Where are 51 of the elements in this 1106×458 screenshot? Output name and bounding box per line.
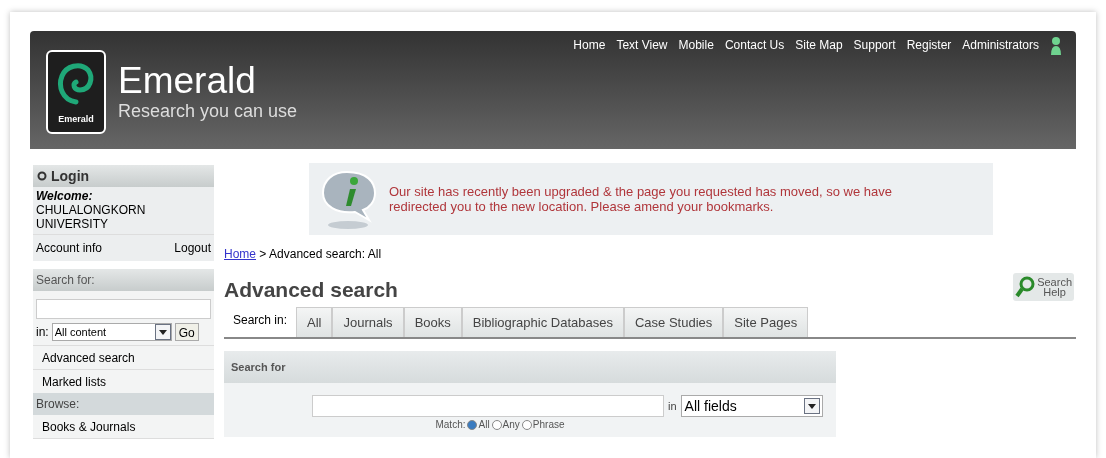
logo-label: Emerald xyxy=(58,112,94,126)
home-link[interactable]: Home xyxy=(224,247,256,261)
nav-link[interactable]: Mobile xyxy=(678,36,714,54)
tabs-label: Search in: xyxy=(232,312,289,329)
panel-title: Search for xyxy=(224,351,836,383)
radio-button[interactable] xyxy=(491,419,502,430)
tab[interactable]: All xyxy=(296,307,333,337)
search-input[interactable] xyxy=(36,299,211,319)
notice-message: Our site has recently been upgraded & the page you requested has moved, so we have redirected you to the new location. Please amend your bookmarks. xyxy=(389,184,893,214)
tab[interactable]: Books xyxy=(403,307,462,337)
radio-label: All xyxy=(478,419,490,430)
tab[interactable]: Site Pages xyxy=(723,307,809,337)
search-help-button[interactable]: Search Help xyxy=(1013,273,1074,301)
circle-icon xyxy=(37,171,47,181)
nav-link[interactable]: Contact Us xyxy=(724,36,785,54)
magnifier-help-icon xyxy=(1015,276,1036,298)
radio-button[interactable] xyxy=(467,419,478,430)
site-title[interactable]: Emerald xyxy=(118,62,298,100)
search-term-input[interactable] xyxy=(312,395,664,417)
nav-link[interactable]: Register xyxy=(906,36,952,54)
tab[interactable]: Journals xyxy=(332,307,404,337)
match-label: Match: xyxy=(435,419,466,430)
nav-link[interactable]: Support xyxy=(853,36,896,54)
user-name: CHULALONGKORN UNIVERSITY xyxy=(35,203,147,231)
tab[interactable]: Case Studies xyxy=(623,307,724,337)
radio-button[interactable] xyxy=(521,419,532,430)
login-title: Login xyxy=(51,166,90,186)
user-icon[interactable] xyxy=(1050,36,1062,56)
page-heading: Advanced search xyxy=(224,276,398,303)
nav-link[interactable]: Site Map xyxy=(795,36,843,54)
field-label: in xyxy=(668,398,677,414)
field-dropdown[interactable]: All fields xyxy=(680,395,823,417)
welcome-label: Welcome: xyxy=(35,188,94,203)
scope-label: in: xyxy=(36,324,49,341)
tab[interactable]: Bibliographic Databases xyxy=(461,307,624,337)
go-button[interactable]: Go xyxy=(174,323,199,341)
breadcrumb: Home > Advanced search: All xyxy=(224,246,383,263)
browse-title: Browse: xyxy=(33,393,214,415)
sidebar-link[interactable]: Books & Journals xyxy=(33,415,214,439)
info-bubble-icon xyxy=(319,168,377,230)
radio-label: Any xyxy=(502,419,520,430)
scope-dropdown[interactable]: All content xyxy=(51,323,172,341)
nav-link[interactable]: Administrators xyxy=(962,36,1039,54)
site-tagline: Research you can use xyxy=(118,100,298,122)
account-info-link[interactable]: Account info xyxy=(36,239,103,257)
logo-icon[interactable]: Emerald xyxy=(46,50,106,134)
search-panel-title: Search for: xyxy=(33,269,214,291)
radio-label: Phrase xyxy=(532,419,565,430)
nav-link[interactable]: Text View xyxy=(616,36,668,54)
nav-link[interactable]: Home xyxy=(573,36,606,54)
logout-link[interactable]: Logout xyxy=(174,239,211,257)
